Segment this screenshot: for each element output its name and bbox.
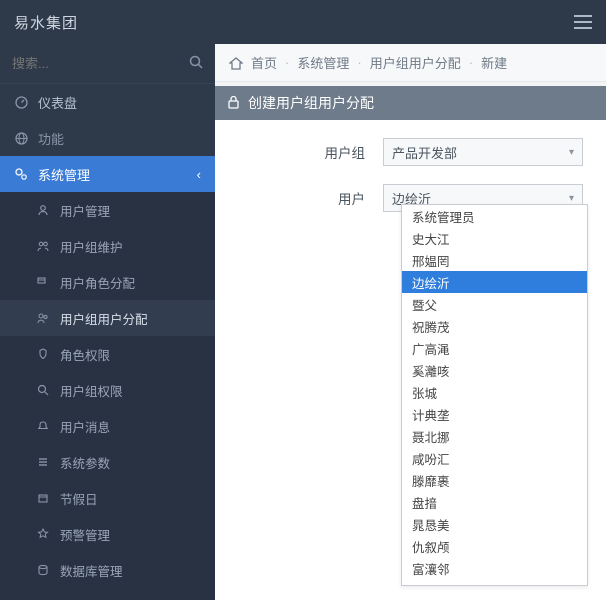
breadcrumb-item: 新建 <box>481 53 507 72</box>
sidebar-sub-label: 用户消息 <box>60 417 110 436</box>
nav-features[interactable]: 功能 <box>0 120 215 156</box>
panel-body: 用户组 产品开发部 ▾ 用户 边绘沂 ▾ 系统 <box>215 120 606 600</box>
sub-icon <box>36 240 50 252</box>
sidebar-sub-label: 系统参数 <box>60 453 110 472</box>
dropdown-option[interactable]: 暨父 <box>402 293 587 315</box>
sidebar-sub-label: 预警管理 <box>60 525 110 544</box>
sub-icon <box>36 420 50 432</box>
sidebar-sub-item[interactable]: 用户角色分配 <box>0 264 215 300</box>
nav-label: 系统管理 <box>38 165 90 184</box>
sidebar-sub-item[interactable]: 系统参数 <box>0 444 215 480</box>
breadcrumb-sep: · <box>285 55 289 70</box>
sub-icon <box>36 564 50 576</box>
sidebar: 仪表盘 功能 系统管理 ‹ 用户管理用户组维护用户角色分配用户组用户分配角色权限… <box>0 44 215 600</box>
chevron-left-icon: ‹ <box>197 167 201 182</box>
sub-icon <box>36 492 50 504</box>
group-select-value: 产品开发部 <box>392 143 457 162</box>
sidebar-sub-item[interactable]: 角色权限 <box>0 336 215 372</box>
user-dropdown-list[interactable]: 系统管理员史大江邢媪罔边绘沂暨父祝腾茂广高渑奚灕咳张城计典垄聂北挪咸吩汇滕靡裹盘… <box>402 205 587 585</box>
chevron-down-icon: ▾ <box>569 193 574 204</box>
sidebar-sub-label: 用户组用户分配 <box>60 309 148 328</box>
dropdown-option[interactable]: 聂北挪 <box>402 425 587 447</box>
sidebar-sub-item[interactable]: 节假日 <box>0 480 215 516</box>
home-icon[interactable] <box>229 55 243 70</box>
sidebar-sub-item[interactable]: 预警管理 <box>0 516 215 552</box>
search-icon[interactable] <box>189 55 203 72</box>
breadcrumb-sep: · <box>357 55 361 70</box>
panel-header: 创建用户组用户分配 <box>215 86 606 120</box>
panel: 创建用户组用户分配 用户组 产品开发部 ▾ 用户 边绘沂 ▾ <box>215 86 606 600</box>
nav-section-system[interactable]: 系统管理 ‹ <box>0 156 215 192</box>
dropdown-option[interactable]: 奚灕咳 <box>402 359 587 381</box>
breadcrumb-item[interactable]: 首页 <box>251 53 277 72</box>
sidebar-sub-item[interactable]: 用户个人信息维护 <box>0 588 215 600</box>
dropdown-option[interactable]: 盘揞 <box>402 491 587 513</box>
sidebar-sub-label: 用户组权限 <box>60 381 123 400</box>
dropdown-option[interactable]: 滕靡裹 <box>402 469 587 491</box>
dropdown-option[interactable]: 晁恳美 <box>402 513 587 535</box>
dropdown-option[interactable]: 张城 <box>402 381 587 403</box>
sub-icon <box>36 528 50 540</box>
menu-toggle-icon[interactable] <box>574 15 592 29</box>
dropdown-option[interactable]: 广高渑 <box>402 337 587 359</box>
sidebar-sub-label: 用户个人信息维护 <box>60 597 160 600</box>
sidebar-search <box>0 44 215 84</box>
form-row-group: 用户组 产品开发部 ▾ <box>233 138 588 166</box>
group-label: 用户组 <box>233 142 383 162</box>
sub-icon <box>36 384 50 396</box>
sidebar-sub-item[interactable]: 用户组用户分配 <box>0 300 215 336</box>
dropdown-option[interactable]: 计典垄 <box>402 403 587 425</box>
dropdown-option[interactable]: 笪昭诚 <box>402 579 587 585</box>
dropdown-option[interactable]: 仇叙颅 <box>402 535 587 557</box>
sidebar-sub-label: 角色权限 <box>60 345 110 364</box>
breadcrumb-item[interactable]: 系统管理 <box>297 53 349 72</box>
dropdown-option[interactable]: 咸吩汇 <box>402 447 587 469</box>
sidebar-sub-item[interactable]: 用户组权限 <box>0 372 215 408</box>
sidebar-sub-item[interactable]: 用户管理 <box>0 192 215 228</box>
cogs-icon <box>14 167 28 181</box>
lock-icon <box>227 95 240 112</box>
brand-title: 易水集团 <box>14 12 78 33</box>
sidebar-nav: 仪表盘 功能 系统管理 ‹ 用户管理用户组维护用户角色分配用户组用户分配角色权限… <box>0 84 215 600</box>
sub-icon <box>36 348 50 360</box>
chevron-down-icon: ▾ <box>569 147 574 158</box>
dashboard-icon <box>14 96 28 109</box>
sub-icon <box>36 204 50 216</box>
breadcrumb-item[interactable]: 用户组用户分配 <box>370 53 461 72</box>
sidebar-sub-item[interactable]: 用户消息 <box>0 408 215 444</box>
dropdown-option[interactable]: 富瀼邻 <box>402 557 587 579</box>
topbar: 易水集团 <box>0 0 606 44</box>
sidebar-sub-label: 数据库管理 <box>60 561 123 580</box>
dropdown-option[interactable]: 邢媪罔 <box>402 249 587 271</box>
user-label: 用户 <box>233 188 383 208</box>
sub-icon <box>36 456 50 468</box>
panel-title: 创建用户组用户分配 <box>248 93 374 113</box>
search-input[interactable] <box>12 56 189 71</box>
breadcrumb-sep: · <box>469 55 473 70</box>
sidebar-sub-item[interactable]: 数据库管理 <box>0 552 215 588</box>
main-content: 首页 · 系统管理 · 用户组用户分配 · 新建 创建用户组用户分配 用户组 <box>215 44 606 600</box>
nav-label: 仪表盘 <box>38 93 77 112</box>
dropdown-option[interactable]: 史大江 <box>402 227 587 249</box>
sidebar-sub-label: 用户管理 <box>60 201 110 220</box>
sub-icon <box>36 312 50 324</box>
nav-dashboard[interactable]: 仪表盘 <box>0 84 215 120</box>
dropdown-option[interactable]: 系统管理员 <box>402 205 587 227</box>
user-dropdown: 系统管理员史大江邢媪罔边绘沂暨父祝腾茂广高渑奚灕咳张城计典垄聂北挪咸吩汇滕靡裹盘… <box>401 204 588 586</box>
dropdown-option[interactable]: 祝腾茂 <box>402 315 587 337</box>
globe-icon <box>14 132 28 145</box>
sidebar-sub-label: 用户组维护 <box>60 237 123 256</box>
sidebar-sub-item[interactable]: 用户组维护 <box>0 228 215 264</box>
breadcrumb: 首页 · 系统管理 · 用户组用户分配 · 新建 <box>215 44 606 82</box>
sidebar-sub-label: 节假日 <box>60 489 98 508</box>
group-select[interactable]: 产品开发部 ▾ <box>383 138 583 166</box>
nav-label: 功能 <box>38 129 64 148</box>
sidebar-sub-label: 用户角色分配 <box>60 273 135 292</box>
dropdown-option[interactable]: 边绘沂 <box>402 271 587 293</box>
sub-icon <box>36 276 50 288</box>
